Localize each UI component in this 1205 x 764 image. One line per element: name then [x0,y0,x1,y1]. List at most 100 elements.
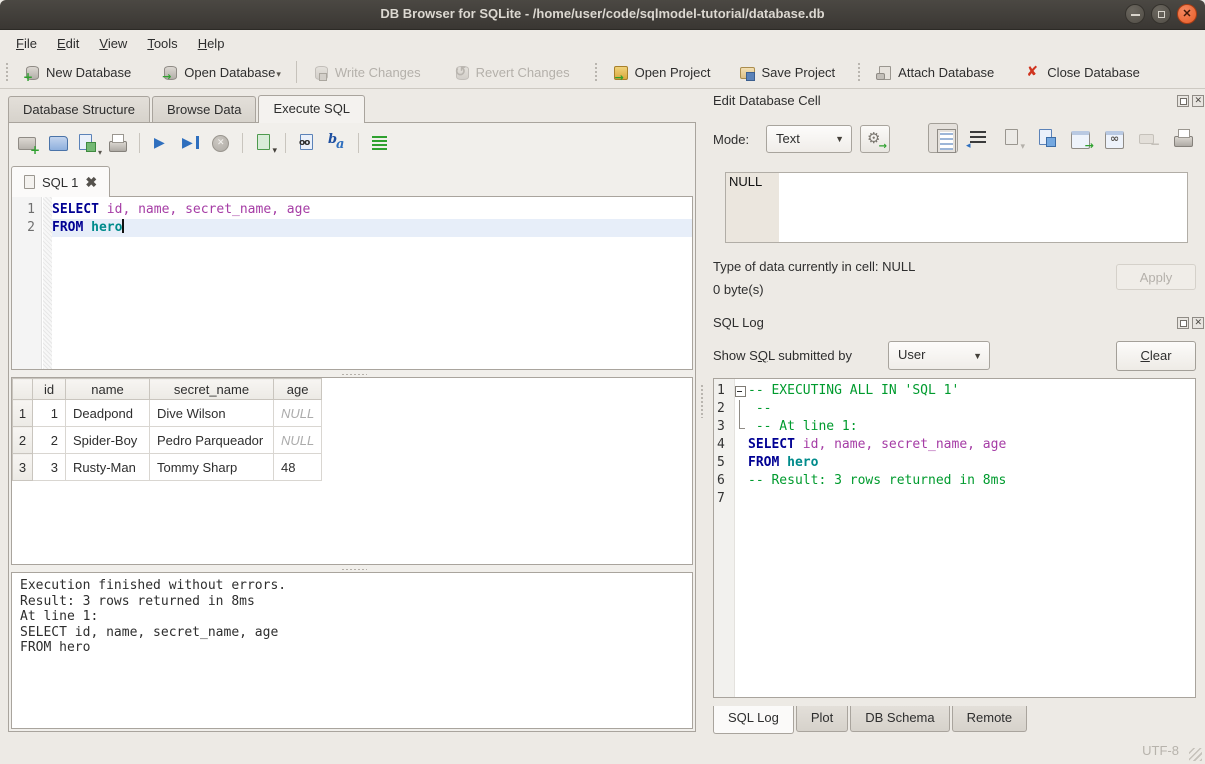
save-as-icon[interactable] [1034,125,1060,151]
export-data-icon[interactable] [1068,125,1094,151]
find-replace-icon[interactable] [324,131,350,155]
apply-button[interactable]: Apply [1116,264,1196,290]
chevron-down-icon: ▼ [973,351,982,361]
cell-name[interactable]: Rusty-Man [66,454,150,481]
word-wrap-icon[interactable] [966,125,992,151]
corner-header-cell[interactable] [13,379,33,400]
open-in-browser-icon[interactable] [1102,125,1128,151]
fold-marker-icon[interactable] [732,400,748,418]
cell-value-editor[interactable]: NULL [725,172,1188,243]
undock-icon[interactable] [1177,317,1189,329]
clear-log-button[interactable]: Clear [1116,341,1196,371]
format-sql-icon[interactable] [367,131,393,155]
cell-age[interactable]: 48 [274,454,322,481]
cell-id[interactable]: 3 [33,454,66,481]
table-row: 2 2 Spider-Boy Pedro Parqueador NULL [13,427,322,454]
open-project-button[interactable]: Open Project [604,60,719,85]
cell-value: NULL [729,174,762,189]
save-project-button[interactable]: Save Project [730,60,843,85]
find-icon[interactable] [294,131,320,155]
resize-grip[interactable] [1189,748,1202,761]
column-header-id[interactable]: id [33,379,66,400]
import-data-icon[interactable] [1000,125,1026,151]
editor-results-splitter[interactable] [11,370,693,377]
open-file-icon[interactable] [45,131,71,155]
open-sql-file-icon[interactable] [15,131,41,155]
close-button[interactable]: ✕ [1177,4,1197,24]
tab-browse-data[interactable]: Browse Data [152,96,256,123]
new-database-button[interactable]: New Database [15,60,139,85]
dock-tab-sql-log[interactable]: SQL Log [713,706,794,734]
cell-age[interactable]: NULL [274,427,322,454]
results-header-row: id name secret_name age [13,379,322,400]
close-sql-tab-icon[interactable]: ✖ [85,175,97,189]
column-header-secret-name[interactable]: secret_name [150,379,274,400]
toolbar-drag-handle[interactable] [594,62,599,82]
column-header-age[interactable]: age [274,379,322,400]
toolbar-drag-handle[interactable] [5,62,10,82]
print-cell-icon[interactable] [1170,125,1196,151]
dock-tab-db-schema[interactable]: DB Schema [850,706,949,732]
print-icon[interactable] [105,131,131,155]
maximize-button[interactable] [1151,4,1171,24]
fold-marker-icon[interactable] [732,418,748,436]
open-database-button[interactable]: Open Database ▾ [153,60,289,85]
stop-execution-icon[interactable] [208,131,234,155]
menu-tools[interactable]: Tools [137,33,187,54]
window-title: DB Browser for SQLite - /home/user/code/… [0,6,1205,21]
sql-file-tab-bar: SQL 1 ✖ [11,166,110,197]
close-database-button[interactable]: Close Database [1016,60,1148,85]
undock-icon[interactable] [1177,95,1189,107]
cell-name[interactable]: Spider-Boy [66,427,150,454]
open-database-dropdown-icon[interactable]: ▾ [276,69,281,81]
save-sql-file-icon[interactable]: ▾ [75,131,101,155]
cell-id[interactable]: 2 [33,427,66,454]
menu-help[interactable]: Help [188,33,235,54]
row-header[interactable]: 3 [13,454,33,481]
minimize-button[interactable] [1125,4,1145,24]
menu-view[interactable]: View [89,33,137,54]
dock-splitter-handle[interactable] [700,384,704,418]
results-message-splitter[interactable] [11,565,693,572]
mode-select[interactable]: Text ▼ [766,125,852,153]
message-line: Result: 3 rows returned in 8ms [20,594,684,610]
menu-file[interactable]: File [6,33,47,54]
cell-name[interactable]: Deadpond [66,400,150,427]
menu-edit[interactable]: Edit [47,33,89,54]
fold-marker-icon[interactable] [732,382,748,400]
cell-secret-name[interactable]: Dive Wilson [150,400,274,427]
row-header[interactable]: 1 [13,400,33,427]
cell-secret-name[interactable]: Tommy Sharp [150,454,274,481]
toolbar-drag-handle[interactable] [857,62,862,82]
cell-type-info: Type of data currently in cell: NULL [713,259,915,274]
revert-changes-button[interactable]: Revert Changes [445,60,578,85]
sql-log-line: 1-- EXECUTING ALL IN 'SQL 1' [714,382,1195,400]
execute-current-line-icon[interactable] [178,131,204,155]
sql-tab[interactable]: SQL 1 ✖ [11,166,110,197]
dock-tab-plot[interactable]: Plot [796,706,848,732]
message-line: SELECT id, name, secret_name, age [20,625,684,641]
close-dock-icon[interactable] [1192,95,1204,107]
column-header-name[interactable]: name [66,379,150,400]
cell-age[interactable]: NULL [274,400,322,427]
sql-editor[interactable]: 1SELECT id, name, secret_name, age 2FROM… [11,196,693,370]
auto-apply-button[interactable] [860,125,890,153]
export-results-icon[interactable] [251,131,277,155]
write-changes-button[interactable]: Write Changes [304,60,429,85]
tab-execute-sql[interactable]: Execute SQL [258,95,365,123]
log-filter-select[interactable]: User ▼ [888,341,990,370]
sql-log-view[interactable]: 1-- EXECUTING ALL IN 'SQL 1'2 --3 -- At … [713,378,1196,698]
table-row: 1 1 Deadpond Dive Wilson NULL [13,400,322,427]
cell-id[interactable]: 1 [33,400,66,427]
tab-database-structure[interactable]: Database Structure [8,96,150,123]
row-header[interactable]: 2 [13,427,33,454]
set-null-icon[interactable] [1136,125,1162,151]
execution-message-box[interactable]: Execution finished without errors.Result… [11,572,693,729]
execute-all-icon[interactable] [148,131,174,155]
dock-tab-remote[interactable]: Remote [952,706,1028,732]
cell-secret-name[interactable]: Pedro Parqueador [150,427,274,454]
attach-database-button[interactable]: Attach Database [867,60,1002,85]
execute-sql-panel: ▾ SQL 1 ✖ 1SELECT id, name, secret_name,… [8,122,696,732]
close-dock-icon[interactable] [1192,317,1204,329]
text-mode-icon[interactable] [928,123,958,153]
